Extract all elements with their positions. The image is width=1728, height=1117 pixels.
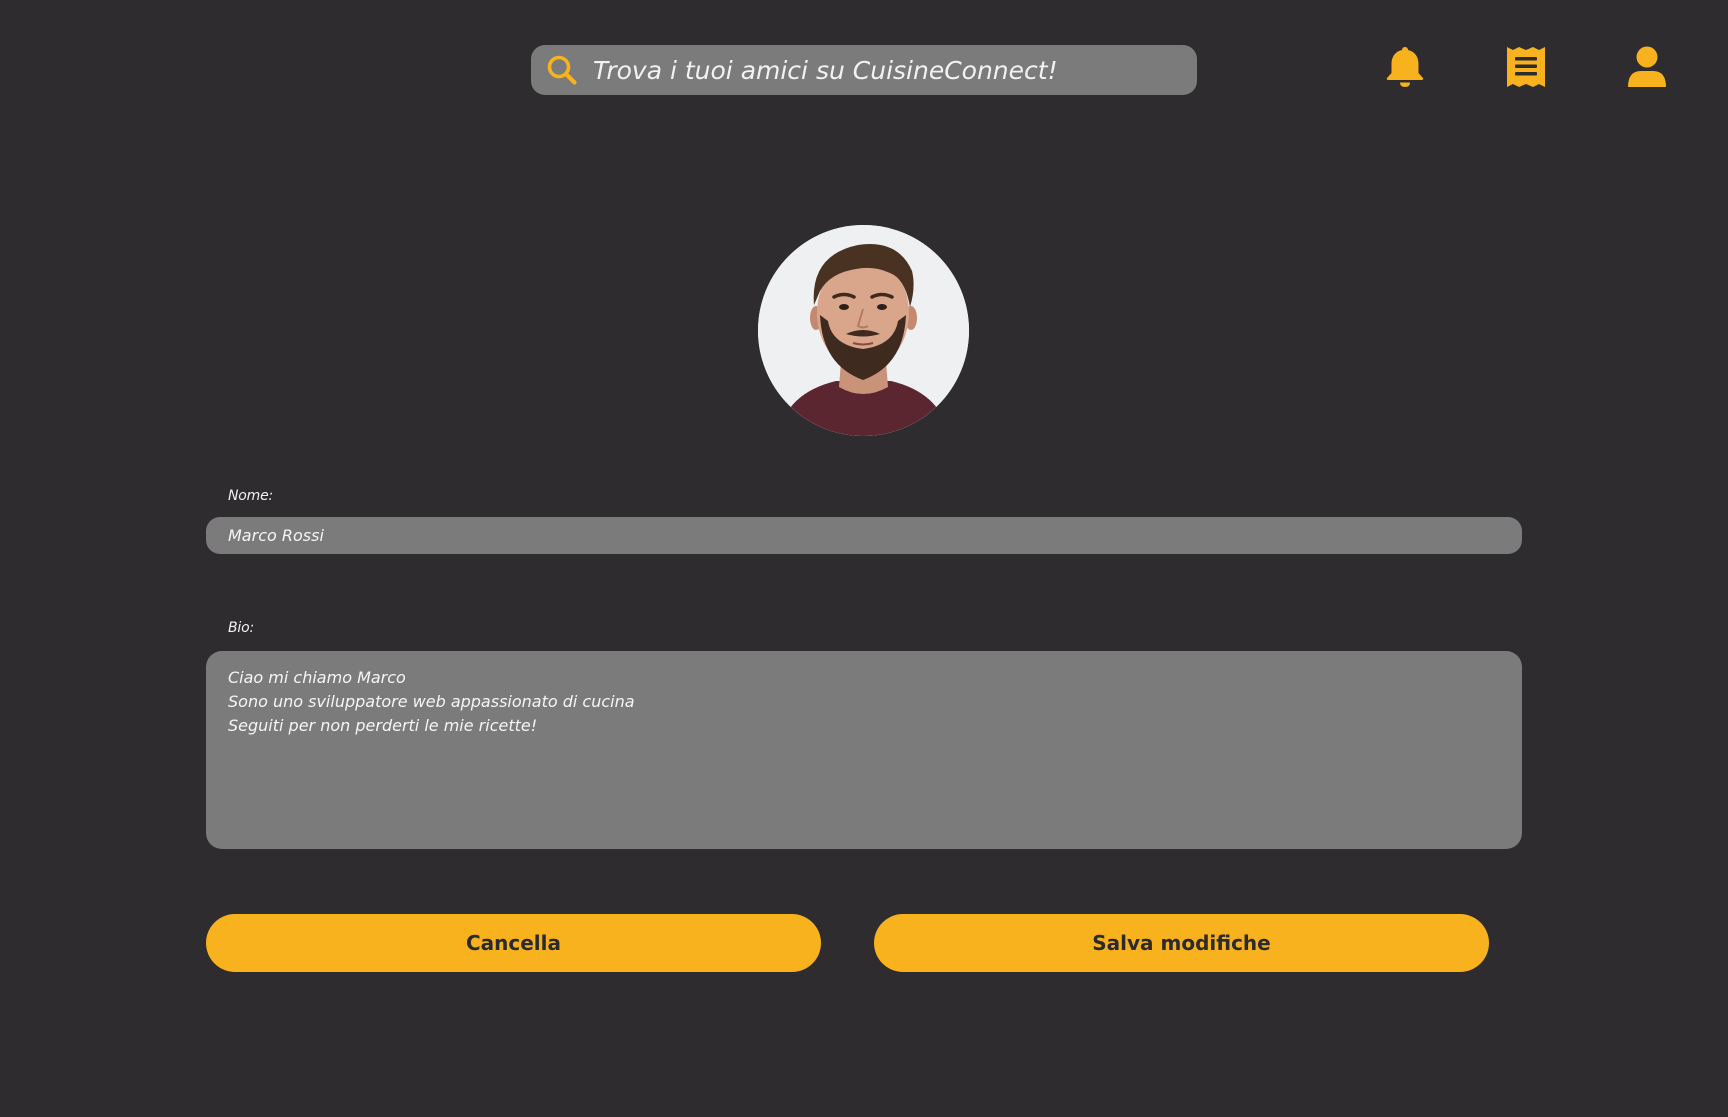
cancel-button[interactable]: Cancella (206, 914, 821, 972)
search-bar[interactable] (531, 45, 1197, 95)
name-field[interactable] (206, 517, 1522, 554)
save-button[interactable]: Salva modifiche (874, 914, 1489, 972)
search-icon[interactable] (545, 53, 579, 87)
name-label: Nome: (228, 488, 274, 504)
notifications-button[interactable] (1382, 46, 1428, 92)
search-input[interactable] (591, 54, 1197, 86)
profile-button[interactable] (1624, 46, 1670, 92)
bell-icon (1384, 45, 1426, 93)
user-icon (1626, 45, 1668, 93)
bio-field[interactable]: Ciao mi chiamo Marco Sono uno sviluppato… (206, 651, 1522, 849)
avatar[interactable] (758, 225, 969, 436)
bio-label: Bio: (228, 620, 254, 636)
receipt-icon (1505, 45, 1547, 93)
recipes-button[interactable] (1503, 46, 1549, 92)
